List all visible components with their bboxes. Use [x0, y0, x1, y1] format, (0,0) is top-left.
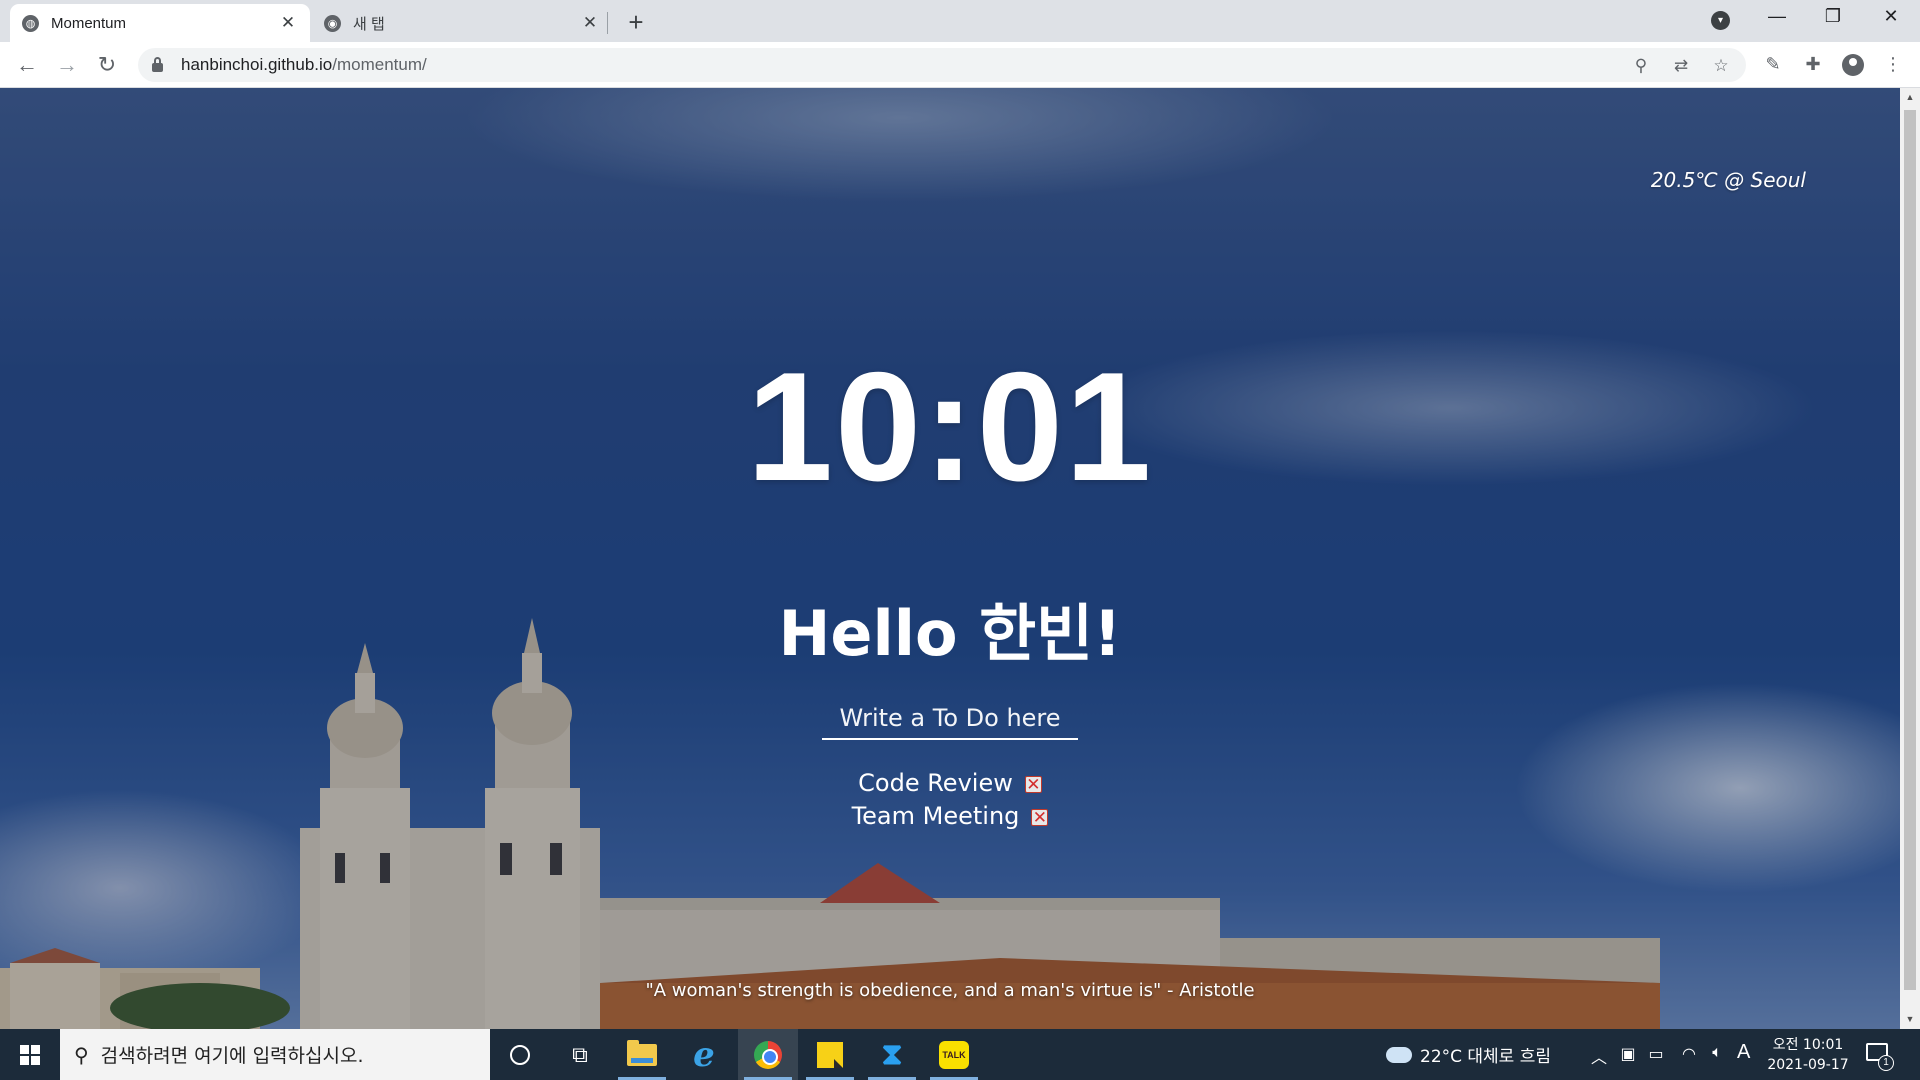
tab-close-button[interactable]: ✕: [278, 13, 298, 33]
minimize-button[interactable]: —: [1757, 6, 1797, 27]
task-view-icon: ⧉: [572, 1041, 588, 1067]
maximize-button[interactable]: ❐: [1813, 6, 1853, 27]
vscode-button[interactable]: ⧗: [862, 1029, 922, 1080]
sticky-notes-button[interactable]: [800, 1029, 860, 1080]
chrome-icon: [754, 1040, 782, 1069]
greeting-text: Hello 한빈!: [778, 597, 1122, 670]
quote-text: "A woman's strength is obedience, and a …: [645, 980, 1255, 1001]
internet-explorer-icon: e: [693, 1034, 715, 1075]
weather-widget[interactable]: 22°C 대체로 흐림: [1382, 1029, 1552, 1080]
show-hidden-icons-chevron-icon[interactable]: ︿: [1588, 1044, 1610, 1068]
tab-search-icon[interactable]: ▾: [1711, 11, 1730, 30]
address-bar[interactable]: hanbinchoi.github.io/momentum/ ⚲ ⇄ ☆: [138, 48, 1746, 82]
notification-count-badge: 1: [1878, 1055, 1894, 1071]
input-method-indicator[interactable]: A: [1737, 1041, 1750, 1064]
url-text[interactable]: hanbinchoi.github.io/momentum/: [181, 55, 427, 75]
new-tab-button[interactable]: +: [622, 7, 650, 38]
tab-title: 새 탭: [353, 15, 385, 33]
volume-icon[interactable]: 🔈︎: [1706, 1044, 1728, 1062]
taskbar-clock[interactable]: 오전 10:01 2021-09-17: [1766, 1035, 1850, 1075]
scroll-down-arrow-icon[interactable]: ▼: [1900, 1014, 1920, 1024]
tab-close-button[interactable]: ✕: [580, 13, 600, 33]
tab-separator: [607, 12, 608, 34]
close-window-button[interactable]: ✕: [1871, 6, 1911, 27]
taskbar-search-box[interactable]: ⚲ 검색하려면 여기에 입력하십시오.: [60, 1029, 490, 1080]
momentum-page: 20.5℃ @ Seoul 10:01 Hello 한빈! Code Revie…: [0, 88, 1900, 1029]
search-icon: ⚲: [74, 1042, 89, 1067]
sticky-notes-icon: [817, 1041, 843, 1068]
scrollbar-thumb[interactable]: [1904, 110, 1916, 990]
lock-icon[interactable]: [152, 57, 163, 72]
translate-icon[interactable]: ⇄: [1670, 56, 1692, 76]
profile-avatar-icon[interactable]: [1842, 54, 1864, 76]
taskbar-date: 2021-09-17: [1767, 1057, 1849, 1073]
file-explorer-button[interactable]: [612, 1029, 672, 1080]
windows-logo-icon: [20, 1044, 40, 1065]
meet-now-icon[interactable]: ▣: [1617, 1044, 1639, 1064]
taskbar-time: 오전 10:01: [1772, 1037, 1844, 1053]
todo-input[interactable]: [822, 698, 1078, 740]
cortana-button[interactable]: [490, 1029, 550, 1080]
windows-taskbar: ⚲ 검색하려면 여기에 입력하십시오. ⧉ e ⧗ TALK 22°C 대체로 …: [0, 1029, 1920, 1080]
weather-display: 20.5℃ @ Seoul: [1650, 168, 1806, 192]
browser-toolbar: ← → ↻ hanbinchoi.github.io/momentum/ ⚲ ⇄…: [0, 42, 1920, 88]
clock-display: 10:01: [746, 340, 1154, 513]
tab-new-tab[interactable]: ◉ 새 탭 ✕: [312, 4, 612, 42]
todo-text: Code Review: [858, 769, 1013, 797]
chrome-icon: ◉: [324, 14, 341, 32]
page-scrollbar[interactable]: ▲ ▼: [1900, 88, 1920, 1029]
battery-icon[interactable]: ▭: [1645, 1044, 1667, 1064]
delete-todo-button[interactable]: ✕: [1031, 808, 1049, 826]
weather-widget-text: 22°C 대체로 흐림: [1420, 1047, 1552, 1067]
extensions-puzzle-icon[interactable]: ✚: [1801, 54, 1825, 75]
menu-kebab-icon[interactable]: ⋮: [1881, 54, 1905, 75]
tab-title: Momentum: [51, 14, 127, 32]
task-view-button[interactable]: ⧉: [550, 1029, 610, 1080]
eyedropper-extension-icon[interactable]: ✎: [1761, 54, 1785, 75]
internet-explorer-button[interactable]: e: [674, 1029, 734, 1080]
tab-momentum[interactable]: ◍ Momentum ✕: [10, 4, 310, 42]
browser-tab-strip: ◍ Momentum ✕ ◉ 새 탭 ✕ + ▾ — ❐ ✕: [0, 0, 1920, 42]
delete-todo-button[interactable]: ✕: [1024, 775, 1042, 793]
cortana-icon: [510, 1044, 530, 1065]
search-placeholder: 검색하려면 여기에 입력하십시오.: [100, 1045, 364, 1067]
todo-text: Team Meeting: [851, 802, 1020, 830]
todo-item: Code Review ✕: [0, 767, 1900, 800]
todo-list: Code Review ✕ Team Meeting ✕: [0, 767, 1900, 833]
vscode-icon: ⧗: [881, 1037, 903, 1071]
kakaotalk-button[interactable]: TALK: [924, 1029, 984, 1080]
chrome-button[interactable]: [738, 1029, 798, 1080]
kakaotalk-icon: TALK: [939, 1040, 969, 1069]
globe-icon: ◍: [22, 14, 39, 32]
todo-item: Team Meeting ✕: [0, 800, 1900, 833]
bookmark-star-icon[interactable]: ☆: [1710, 56, 1732, 76]
wifi-icon[interactable]: ◠: [1678, 1044, 1700, 1064]
cloud-icon: [1382, 1042, 1412, 1063]
todo-form: [822, 698, 1078, 740]
folder-icon: [627, 1039, 657, 1066]
back-button[interactable]: ←: [12, 50, 42, 80]
location-pin-icon[interactable]: ⚲: [1630, 56, 1652, 76]
dark-overlay: [0, 88, 1900, 1029]
scroll-up-arrow-icon[interactable]: ▲: [1900, 92, 1920, 102]
forward-button[interactable]: →: [52, 50, 82, 80]
reload-button[interactable]: ↻: [92, 50, 122, 80]
start-button[interactable]: [0, 1029, 60, 1080]
